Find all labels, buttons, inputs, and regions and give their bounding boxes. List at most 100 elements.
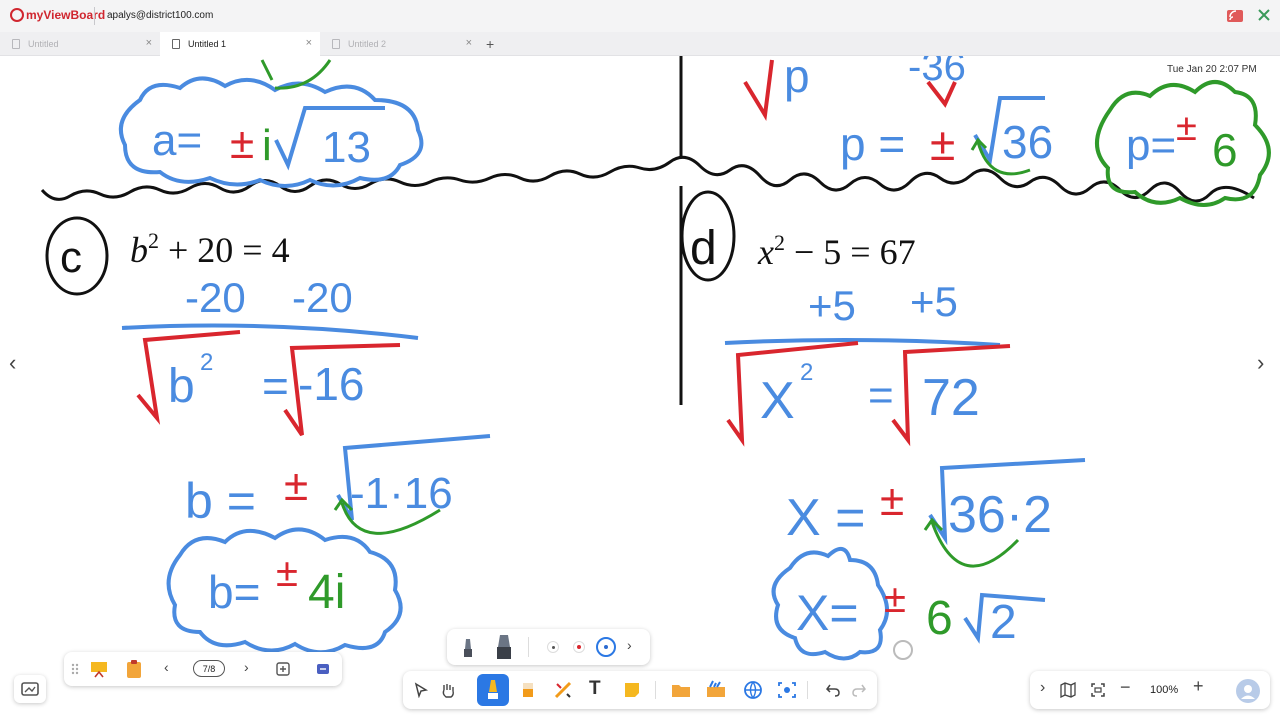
undo-icon[interactable] <box>825 682 841 698</box>
next-page-arrow-icon[interactable]: › <box>1257 350 1264 376</box>
redo-icon[interactable] <box>851 682 867 698</box>
prev-page-button[interactable]: ‹ <box>164 659 169 675</box>
toolbox-icon[interactable] <box>705 679 727 699</box>
pen-color-blue-selected[interactable] <box>596 637 616 657</box>
ink-plus-minus-p: ± <box>930 118 955 170</box>
zoom-in-button[interactable]: + <box>1193 676 1204 697</box>
ink-p: p <box>784 56 810 102</box>
drag-handle-icon[interactable] <box>70 662 80 676</box>
main-toolbar: T <box>403 671 877 709</box>
equation-d: x2 − 5 = 67 <box>757 230 916 272</box>
avatar-icon <box>1241 685 1255 699</box>
marker-pen-icon[interactable] <box>495 633 513 661</box>
ink-minus-20-right: -20 <box>292 274 353 321</box>
pen-tool-button[interactable] <box>477 674 509 706</box>
arrow-head-green <box>260 59 274 81</box>
whiteboard-app: myViewBoard apalys@district100.com Untit… <box>0 0 1280 720</box>
hand-pan-icon[interactable] <box>439 681 457 699</box>
ink-p-equals-2: p= <box>1126 121 1176 170</box>
ink-4i: 4i <box>308 566 345 619</box>
close-tab-icon[interactable]: × <box>146 37 152 49</box>
collapse-zoom-button[interactable]: › <box>1040 679 1045 697</box>
ink-plus-minus: ± <box>230 119 254 168</box>
ink-equals-d: = <box>868 371 894 420</box>
pen-settings-more-button[interactable]: › <box>627 637 632 653</box>
title-divider <box>94 7 95 25</box>
ink-plus-minus-p2: ± <box>1176 107 1197 149</box>
prev-page-arrow-icon[interactable]: ‹ <box>9 350 16 376</box>
toolbar-divider-2 <box>807 681 808 699</box>
ink-2: 2 <box>990 596 1017 649</box>
user-avatar[interactable] <box>1236 679 1260 703</box>
pen-tool-icon <box>488 680 498 699</box>
part-d-label: d <box>690 222 717 275</box>
ink-minus-16: -16 <box>298 358 364 410</box>
tab-untitled-2[interactable]: Untitled 2 × <box>320 32 480 56</box>
close-tab-icon[interactable]: × <box>466 37 472 49</box>
ink-6-coeff: 6 <box>926 592 953 645</box>
ink-minus-20-left: -20 <box>185 274 246 321</box>
pen-color-red[interactable] <box>573 641 585 653</box>
thin-pen-icon[interactable] <box>461 637 475 659</box>
page-counter[interactable]: 7/8 <box>193 660 225 677</box>
ink-plus-minus-d2: ± <box>884 577 906 621</box>
screenshot-icon[interactable] <box>777 681 797 699</box>
add-tab-button[interactable]: + <box>486 36 494 52</box>
ink-plus-5-right: +5 <box>910 278 958 325</box>
part-c-label: c <box>60 233 82 282</box>
shapes-icon[interactable] <box>553 680 573 700</box>
presentation-icon[interactable] <box>89 659 109 679</box>
title-bar: myViewBoard apalys@district100.com <box>0 0 1280 32</box>
ink-radical-red <box>743 59 774 121</box>
add-page-icon[interactable] <box>276 662 290 676</box>
ink-13: 13 <box>322 123 371 172</box>
screen-capture-button[interactable] <box>14 675 46 703</box>
page-overview-icon[interactable] <box>316 662 330 676</box>
fit-screen-icon[interactable] <box>1090 682 1106 698</box>
ink-x-equals: X = <box>786 489 866 547</box>
pen-size-small[interactable] <box>547 641 559 653</box>
wavy-separator <box>40 155 1255 203</box>
map-icon[interactable] <box>1060 682 1076 698</box>
ink-6: 6 <box>1212 124 1238 176</box>
ink-x-equals-2: X= <box>796 585 859 641</box>
timestamp: Tue Jan 20 2:07 PM <box>1167 64 1257 75</box>
pen-settings-bar: › <box>447 629 650 665</box>
eraser-icon[interactable] <box>520 681 536 699</box>
ink-b-equals-2: b= <box>208 566 260 618</box>
clipboard-icon[interactable] <box>124 658 144 680</box>
ink-underline-c <box>121 323 419 340</box>
web-browser-icon[interactable] <box>743 680 763 700</box>
equation-c: b2 + 20 = 4 <box>130 228 290 270</box>
toolbar-divider <box>655 681 656 699</box>
select-cursor-icon[interactable] <box>413 682 429 698</box>
next-page-button[interactable]: › <box>244 659 249 675</box>
text-tool-icon[interactable]: T <box>589 678 601 700</box>
ink-b: b <box>168 360 195 413</box>
folder-icon[interactable] <box>671 681 691 699</box>
ink-plus-5-left: +5 <box>808 282 856 329</box>
arrow-curve-green <box>274 59 332 90</box>
document-icon <box>332 39 340 49</box>
account-email[interactable]: apalys@district100.com <box>107 10 213 21</box>
close-tab-icon[interactable]: × <box>306 37 312 49</box>
ink-36: 36 <box>1002 116 1053 168</box>
cast-icon[interactable] <box>1226 8 1244 24</box>
ink-p-equals: p = <box>840 118 905 170</box>
tab-untitled[interactable]: Untitled × <box>0 32 160 56</box>
ink-minus-36: -36 <box>908 56 966 89</box>
pin-icon[interactable] <box>1256 7 1272 23</box>
ink-b-exp: 2 <box>200 349 213 376</box>
app-logo: myViewBoard <box>10 8 105 22</box>
pen-cursor <box>893 640 913 660</box>
ink-a-equals: a= <box>152 116 202 165</box>
ink-plus-minus-c2: ± <box>276 551 298 595</box>
sticky-note-icon[interactable] <box>623 681 641 699</box>
document-icon <box>12 39 20 49</box>
pen-settings-divider <box>528 637 529 657</box>
logo-icon <box>10 8 24 22</box>
whiteboard-canvas[interactable]: a= ± i 13 p -36 p = ± 36 p= ± 6 c b2 + 2… <box>0 56 1280 720</box>
ink-72: 72 <box>922 369 980 427</box>
zoom-out-button[interactable]: − <box>1120 677 1131 698</box>
tab-untitled-1[interactable]: Untitled 1 × <box>160 32 320 56</box>
